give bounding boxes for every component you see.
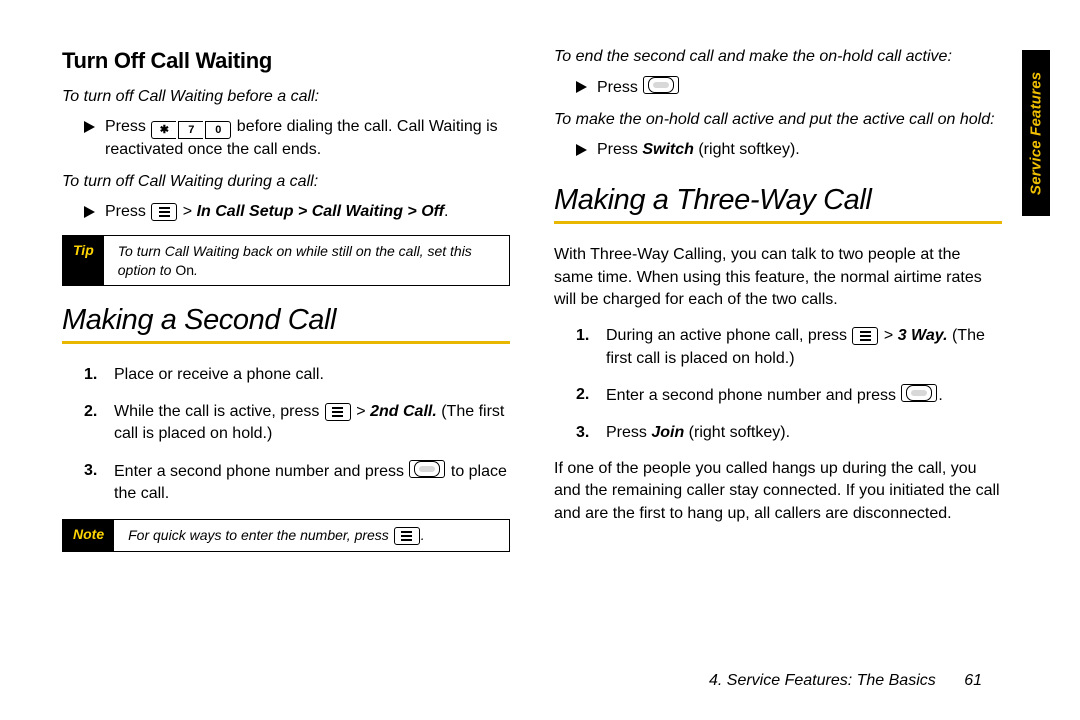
step-2: While the call is active, press > 2nd Ca… xyxy=(84,401,510,446)
keycap-0-icon: 0 xyxy=(205,121,231,139)
keycap-call-icon xyxy=(409,460,445,478)
lead-end-second: To end the second call and make the on-h… xyxy=(554,48,1002,66)
heading-making-second-call: Making a Second Call xyxy=(62,304,510,337)
page-content: Turn Off Call Waiting To turn off Call W… xyxy=(62,48,1002,678)
keycap-menu-icon xyxy=(151,203,177,221)
note-body: For quick ways to enter the number, pres… xyxy=(114,520,434,551)
step-1: During an active phone call, press > 3 W… xyxy=(576,325,1002,370)
keycap-call-icon xyxy=(643,76,679,94)
keycap-menu-icon xyxy=(852,327,878,345)
footer-page-number: 61 xyxy=(964,672,982,689)
step-3: Enter a second phone number and press to… xyxy=(84,460,510,506)
tip-tag: Tip xyxy=(63,236,104,286)
bullet-text: Press ✱70 before dialing the call. Call … xyxy=(105,116,510,161)
keycap-call-icon xyxy=(901,384,937,402)
left-column: Turn Off Call Waiting To turn off Call W… xyxy=(62,48,510,678)
side-tab: Service Features xyxy=(1022,50,1050,216)
three-way-steps: During an active phone call, press > 3 W… xyxy=(554,325,1002,444)
keycap-7-icon: 7 xyxy=(178,121,203,139)
three-way-intro: With Three-Way Calling, you can talk to … xyxy=(554,244,1002,311)
footer-title: 4. Service Features: The Basics xyxy=(709,672,936,689)
lead-during-call: To turn off Call Waiting during a call: xyxy=(62,173,510,191)
note-tag: Note xyxy=(63,520,114,551)
keycap-star-icon: ✱ xyxy=(151,121,176,139)
tip-body: To turn Call Waiting back on while still… xyxy=(104,236,509,286)
bullet-press-end: Press xyxy=(576,76,1002,99)
bullet-pointer-icon xyxy=(84,206,95,218)
accent-rule xyxy=(62,341,510,344)
bullet-pointer-icon xyxy=(576,144,587,156)
lead-before-call: To turn off Call Waiting before a call: xyxy=(62,88,510,106)
tip-box: Tip To turn Call Waiting back on while s… xyxy=(62,235,510,287)
page-footer: 4. Service Features: The Basics 61 xyxy=(709,672,982,690)
three-way-outro: If one of the people you called hangs up… xyxy=(554,458,1002,525)
bullet-text: Press Switch (right softkey). xyxy=(597,139,800,161)
keycap-menu-icon xyxy=(394,527,420,545)
lead-switch: To make the on-hold call active and put … xyxy=(554,111,1002,129)
bullet-menu-path: Press > In Call Setup > Call Waiting > O… xyxy=(84,201,510,223)
accent-rule xyxy=(554,221,1002,224)
bullet-pointer-icon xyxy=(576,81,587,93)
step-2: Enter a second phone number and press . xyxy=(576,384,1002,407)
note-box: Note For quick ways to enter the number,… xyxy=(62,519,510,552)
step-3: Press Join (right softkey). xyxy=(576,422,1002,444)
bullet-star70: Press ✱70 before dialing the call. Call … xyxy=(84,116,510,161)
second-call-steps: Place or receive a phone call. While the… xyxy=(62,364,510,505)
heading-turn-off-call-waiting: Turn Off Call Waiting xyxy=(62,48,510,74)
keycap-menu-icon xyxy=(325,403,351,421)
bullet-text: Press xyxy=(597,76,680,99)
heading-three-way-call: Making a Three-Way Call xyxy=(554,184,1002,217)
keycap-sequence-star70: ✱70 xyxy=(150,121,232,139)
bullet-pointer-icon xyxy=(84,121,95,133)
step-1: Place or receive a phone call. xyxy=(84,364,510,386)
bullet-text: Press > In Call Setup > Call Waiting > O… xyxy=(105,201,448,223)
right-column: To end the second call and make the on-h… xyxy=(554,48,1002,678)
bullet-switch: Press Switch (right softkey). xyxy=(576,139,1002,161)
